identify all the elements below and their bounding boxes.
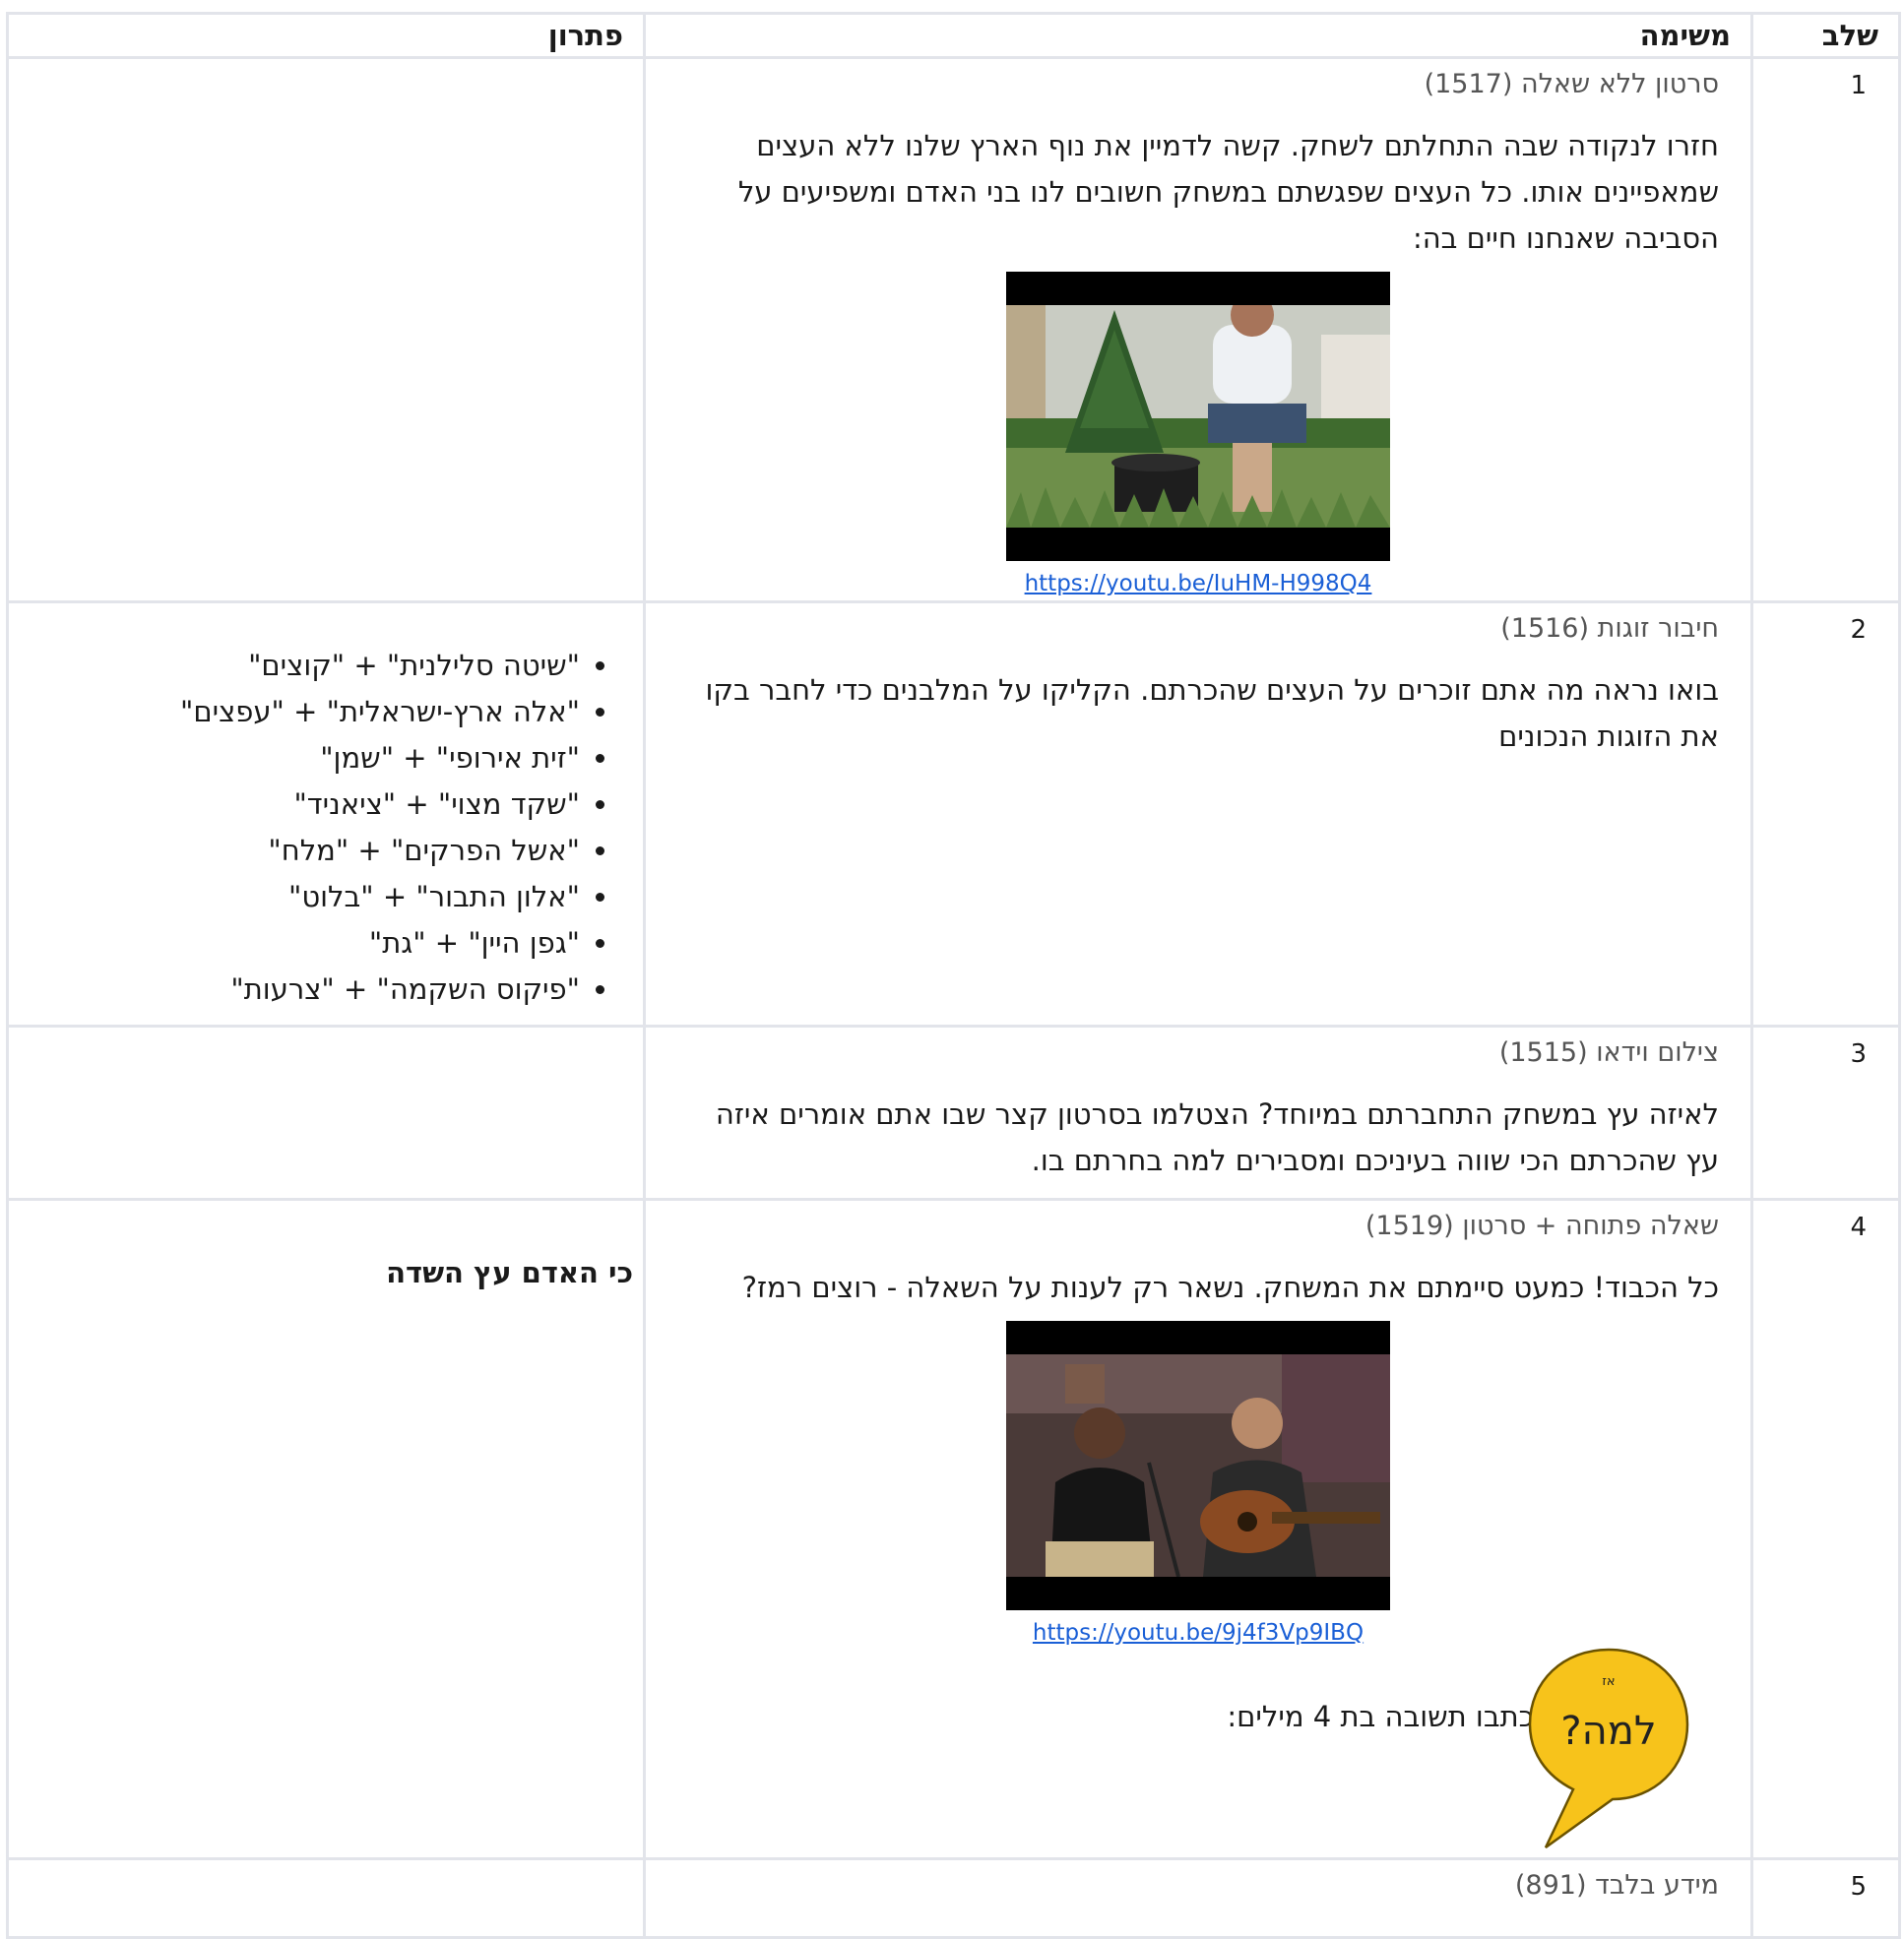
solution-cell: "שיטה סלילנית" + "קוצים" "אלה ארץ-ישראלי… xyxy=(6,600,646,1028)
speech-bubble-icon: אז למה? xyxy=(1528,1648,1689,1849)
solution-cell xyxy=(6,1857,646,1939)
task-type: סרטון ללא שאלה (1517) xyxy=(1424,69,1719,99)
hint-instruction: כתבו תשובה בת 4 מילים: xyxy=(1227,1700,1534,1733)
step-cell: 1 xyxy=(1750,56,1901,603)
header-solution: פתרון xyxy=(6,12,646,59)
task-text: חזרו לנקודה שבה התחלתם לשחק. קשה לדמיין … xyxy=(737,129,1719,255)
header-step: שלב xyxy=(1750,12,1901,59)
hint-area: כתבו תשובה בת 4 מילים: אז למה? xyxy=(646,1646,1750,1857)
step-cell: 2 xyxy=(1750,600,1901,1028)
video-link[interactable]: https://youtu.be/IuHM-H998Q4 xyxy=(646,571,1750,596)
list-item: "זית אירופי" + "שמן" xyxy=(9,735,580,782)
solution-cell xyxy=(6,1025,646,1201)
step-number: 2 xyxy=(1850,615,1867,645)
task-type: מידע בלבד (891) xyxy=(1514,1870,1719,1901)
step-cell: 3 xyxy=(1750,1025,1901,1201)
task-cell: סרטון ללא שאלה (1517) חזרו לנקודה שבה הת… xyxy=(643,56,1753,603)
bubble-big-text: למה? xyxy=(1560,1709,1656,1754)
task-text: לאיזה עץ במשחק התחברתם במיוחד? הצטלמו בס… xyxy=(715,1097,1719,1177)
list-item: "שקד מצוי" + "ציאניד" xyxy=(9,782,580,828)
task-cell: שאלה פתוחה + סרטון (1519) כל הכבוד! כמעט… xyxy=(643,1198,1753,1860)
task-text: בואו נראה מה אתם זוכרים על העצים שהכרתם.… xyxy=(705,673,1720,753)
list-item: "גפן היין" + "גת" xyxy=(9,920,580,967)
list-item: "אשל הפרקים" + "מלח" xyxy=(9,828,580,874)
list-item: "פיקוס השקמה" + "צרעות" xyxy=(9,967,580,1013)
step-cell: 5 xyxy=(1750,1857,1901,1939)
girl-planting-tree-image xyxy=(1006,305,1390,528)
step-cell: 4 xyxy=(1750,1198,1901,1860)
answer-text: כי האדם עץ השדה xyxy=(386,1256,633,1289)
stages-table: שלב משימה פתרון 1 סרטון ללא שאלה (1517) … xyxy=(6,12,1901,1939)
bubble-small-text: אז xyxy=(1602,1674,1615,1689)
list-item: "שיטה סלילנית" + "קוצים" xyxy=(9,643,580,689)
video-link[interactable]: https://youtu.be/9j4f3Vp9IBQ xyxy=(646,1620,1750,1646)
pairs-list: "שיטה סלילנית" + "קוצים" "אלה ארץ-ישראלי… xyxy=(9,643,643,1013)
task-cell: צילום וידאו (1515) לאיזה עץ במשחק התחברת… xyxy=(643,1025,1753,1201)
task-cell: חיבור זוגות (1516) בואו נראה מה אתם זוכר… xyxy=(643,600,1753,1028)
list-item: "אלון התבור" + "בלוט" xyxy=(9,874,580,920)
task-cell: מידע בלבד (891) xyxy=(643,1857,1753,1939)
step-number: 5 xyxy=(1850,1872,1867,1902)
task-text: כל הכבוד! כמעט סיימתם את המשחק. נשאר רק … xyxy=(741,1271,1719,1304)
solution-cell xyxy=(6,56,646,603)
table-row: 3 צילום וידאו (1515) לאיזה עץ במשחק התחב… xyxy=(6,1025,1901,1201)
step-number: 4 xyxy=(1850,1213,1867,1242)
header-task: משימה xyxy=(643,12,1753,59)
task-type: חיבור זוגות (1516) xyxy=(1500,613,1719,644)
singer-and-guitarist-image xyxy=(1006,1354,1390,1577)
solution-cell: כי האדם עץ השדה xyxy=(6,1198,646,1860)
step-number: 3 xyxy=(1850,1039,1867,1069)
header-row: שלב משימה פתרון xyxy=(6,12,1901,59)
table-row: 1 סרטון ללא שאלה (1517) חזרו לנקודה שבה … xyxy=(6,56,1901,603)
video-thumbnail-singer-guitar[interactable] xyxy=(1006,1321,1390,1610)
video-thumbnail-girl-planting[interactable] xyxy=(1006,272,1390,561)
task-type: שאלה פתוחה + סרטון (1519) xyxy=(1365,1211,1719,1241)
list-item: "אלה ארץ-ישראלית" + "עפצים" xyxy=(9,689,580,735)
speech-bubble: אז למה? xyxy=(1526,1646,1691,1852)
task-type: צילום וידאו (1515) xyxy=(1498,1037,1719,1068)
step-number: 1 xyxy=(1850,71,1867,100)
table-row: 2 חיבור זוגות (1516) בואו נראה מה אתם זו… xyxy=(6,600,1901,1028)
table-row: 5 מידע בלבד (891) xyxy=(6,1857,1901,1939)
table-row: 4 שאלה פתוחה + סרטון (1519) כל הכבוד! כמ… xyxy=(6,1198,1901,1860)
